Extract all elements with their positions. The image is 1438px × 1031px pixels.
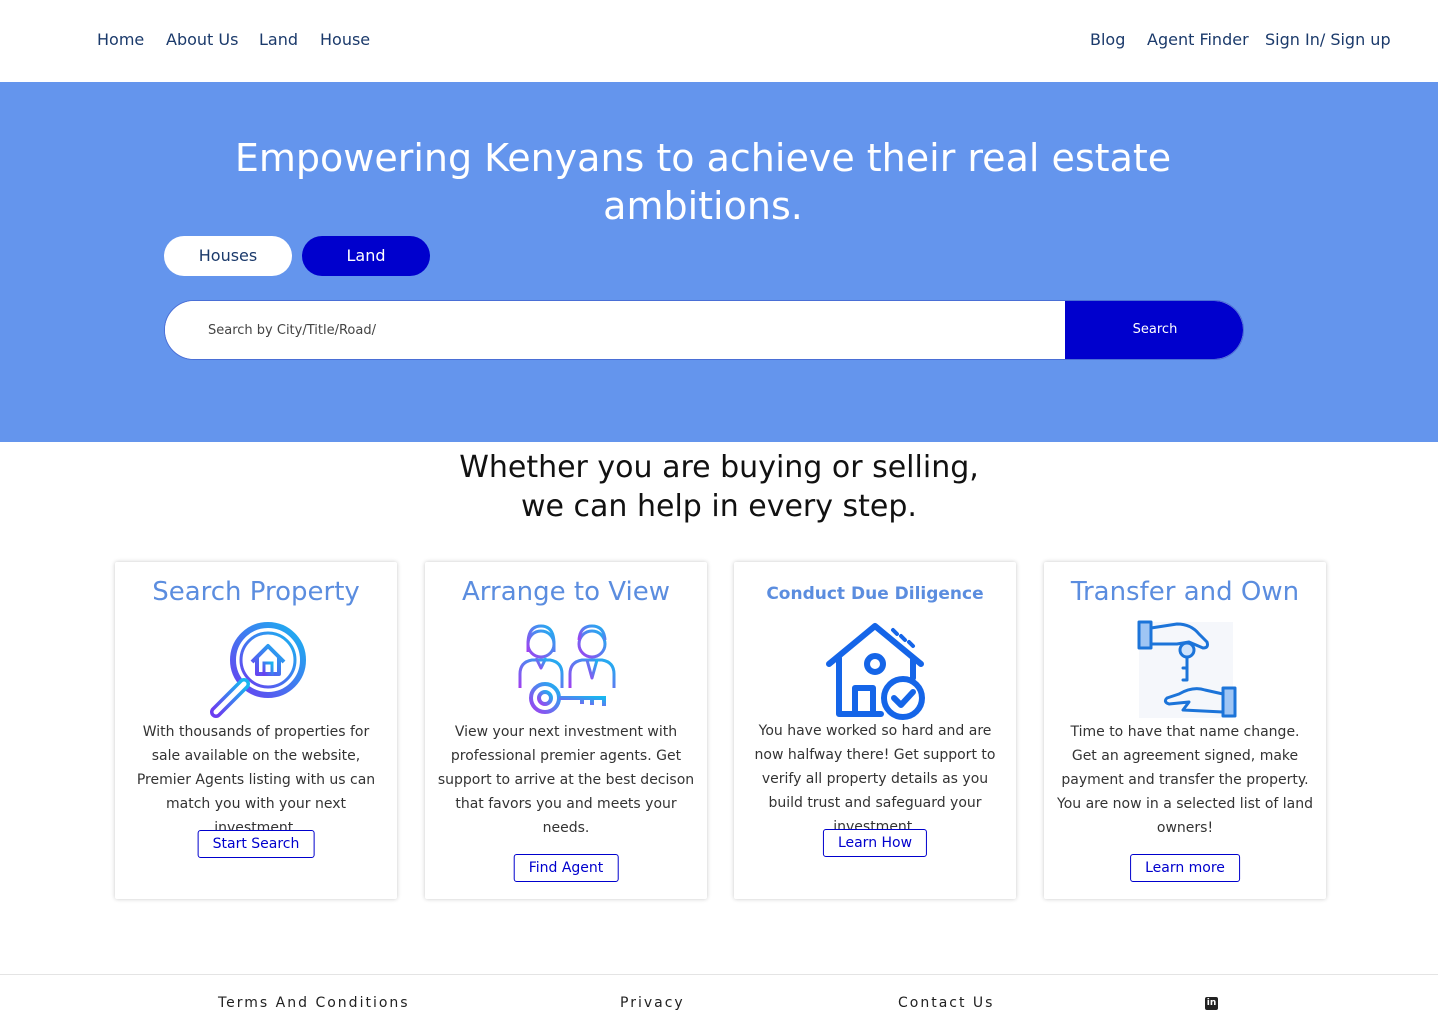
land-toggle-button[interactable]: Land — [302, 236, 430, 276]
card-title: Search Property — [152, 577, 360, 607]
top-navigation: Home About Us Land House Blog Agent Find… — [0, 0, 1438, 82]
find-agent-button[interactable]: Find Agent — [513, 854, 619, 882]
footer-terms-link[interactable]: Terms And Conditions — [218, 995, 410, 1011]
card-description: With thousands of properties for sale av… — [136, 724, 376, 836]
search-input[interactable] — [165, 301, 1065, 359]
card-arrange-to-view: Arrange to View View your next investmen… — [425, 562, 707, 899]
section-heading-line-1: Whether you are buying or selling, — [459, 450, 979, 485]
footer-contact-link[interactable]: Contact Us — [898, 995, 994, 1011]
search-button[interactable]: Search — [1065, 301, 1243, 359]
card-description: View your next investment with professio… — [437, 724, 695, 836]
hero-banner: Empowering Kenyans to achieve their real… — [0, 82, 1438, 442]
nav-house[interactable]: House — [320, 30, 370, 49]
card-conduct-due-diligence: Conduct Due Diligence You have worked so… — [734, 562, 1016, 899]
house-check-icon — [826, 623, 925, 720]
start-search-button[interactable]: Start Search — [197, 830, 315, 858]
linkedin-icon[interactable]: in — [1205, 997, 1218, 1010]
houses-toggle-button[interactable]: Houses — [164, 236, 292, 276]
hand-key-icon — [1137, 620, 1237, 718]
nav-sign-in[interactable]: Sign In/ Sign up — [1265, 30, 1391, 49]
card-search-property: Search Property With thousands of proper… — [115, 562, 397, 899]
nav-home[interactable]: Home — [97, 30, 144, 49]
nav-about-us[interactable]: About Us — [166, 30, 238, 49]
agents-key-icon — [518, 624, 616, 714]
footer-privacy-link[interactable]: Privacy — [620, 995, 685, 1011]
card-title: Arrange to View — [462, 577, 670, 607]
nav-agent-finder[interactable]: Agent Finder — [1147, 30, 1249, 49]
card-transfer-and-own: Transfer and Own Time to have that name … — [1044, 562, 1326, 899]
nav-land[interactable]: Land — [259, 30, 298, 49]
learn-how-button[interactable]: Learn How — [822, 829, 928, 857]
card-title: Transfer and Own — [1070, 577, 1300, 607]
nav-blog[interactable]: Blog — [1090, 30, 1125, 49]
card-description: You have worked so hard and are now half… — [754, 723, 996, 835]
card-title: Conduct Due Diligence — [766, 584, 984, 604]
footer: Terms And Conditions Privacy Contact Us … — [0, 974, 1438, 1031]
card-description: Time to have that name change. Get an ag… — [1057, 724, 1313, 836]
section-heading: Whether you are buying or selling, we ca… — [320, 448, 1118, 526]
learn-more-button[interactable]: Learn more — [1130, 854, 1240, 882]
section-heading-line-2: we can help in every step. — [521, 489, 917, 524]
magnifier-house-icon — [210, 622, 306, 718]
hero-title: Empowering Kenyans to achieve their real… — [234, 136, 1172, 228]
search-bar: Search — [164, 300, 1244, 360]
